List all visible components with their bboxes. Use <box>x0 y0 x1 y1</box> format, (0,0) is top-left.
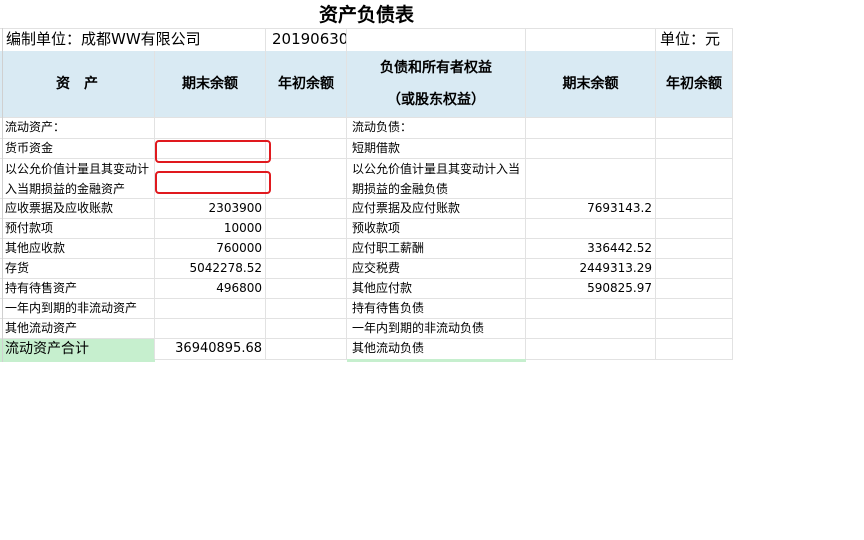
liability-end-value[interactable] <box>526 299 656 318</box>
table-row: 其他应收款 760000 应付职工薪酬 336442.52 <box>0 239 733 259</box>
liability-begin-value[interactable] <box>656 279 733 298</box>
asset-label[interactable]: 流动资产： <box>0 118 155 138</box>
asset-label[interactable]: 存货 <box>0 259 155 278</box>
table-row: 存货 5042278.52 应交税费 2449313.29 <box>0 259 733 279</box>
liability-end-value[interactable] <box>526 219 656 238</box>
sheet-title: 资产负债表 <box>318 4 414 26</box>
liability-end-value[interactable] <box>526 139 656 158</box>
asset-end-value[interactable]: 2303900 <box>155 199 266 218</box>
header-assets[interactable]: 资 产 <box>0 51 155 117</box>
asset-label[interactable]: 一年内到期的非流动资产 <box>0 299 155 318</box>
header-begin-balance-2[interactable]: 年初余额 <box>656 51 733 117</box>
liability-label[interactable]: 持有待售负债 <box>347 299 526 318</box>
asset-begin-value[interactable] <box>266 279 347 298</box>
current-assets-total-value[interactable]: 36940895.68 <box>155 339 266 359</box>
asset-begin-value[interactable] <box>266 118 347 138</box>
asset-begin-value[interactable] <box>266 139 347 158</box>
asset-end-value[interactable]: 496800 <box>155 279 266 298</box>
empty-cell[interactable] <box>347 29 526 51</box>
liability-label[interactable]: 应付票据及应付账款 <box>347 199 526 218</box>
table-row: 以公允价值计量且其变动计入当期损益的金融资产 以公允价值计量且其变动计入当期损益… <box>0 159 733 199</box>
liability-begin-value[interactable] <box>656 339 733 359</box>
current-assets-total-label[interactable]: 流动资产合计 <box>0 339 155 359</box>
liability-label[interactable]: 应交税费 <box>347 259 526 278</box>
liability-label[interactable]: 短期借款 <box>347 139 526 158</box>
liability-begin-value[interactable] <box>656 299 733 318</box>
header-begin-balance[interactable]: 年初余额 <box>266 51 347 117</box>
asset-begin-value[interactable] <box>266 199 347 218</box>
liability-end-value[interactable]: 590825.97 <box>526 279 656 298</box>
asset-begin-value[interactable] <box>266 259 347 278</box>
table-row: 流动资产合计 36940895.68 其他流动负债 <box>0 339 733 360</box>
table-row: 流动资产： 流动负债： <box>0 118 733 139</box>
table-row: 持有待售资产 496800 其他应付款 590825.97 <box>0 279 733 299</box>
sheet-left-gridline <box>2 28 3 362</box>
asset-label[interactable]: 以公允价值计量且其变动计入当期损益的金融资产 <box>0 159 155 198</box>
header-end-balance[interactable]: 期末余额 <box>155 51 266 117</box>
liability-end-value[interactable]: 2449313.29 <box>526 259 656 278</box>
asset-end-value[interactable]: 5042278.52 <box>155 259 266 278</box>
asset-begin-value[interactable] <box>266 299 347 318</box>
company-cell[interactable]: 编制单位：成都WW有限公司 <box>0 29 266 51</box>
liability-begin-value[interactable] <box>656 239 733 258</box>
liability-begin-value[interactable] <box>656 159 733 198</box>
liability-label[interactable]: 预收款项 <box>347 219 526 238</box>
liability-label[interactable]: 以公允价值计量且其变动计入当期损益的金融负债 <box>347 159 526 198</box>
asset-begin-value[interactable] <box>266 219 347 238</box>
liability-end-value[interactable]: 7693143.2 <box>526 199 656 218</box>
date-cell[interactable]: 20190630 <box>266 29 347 51</box>
currency-cell[interactable]: 单位：元 <box>656 29 733 51</box>
asset-label[interactable]: 持有待售资产 <box>0 279 155 298</box>
asset-begin-value[interactable] <box>266 339 347 359</box>
meta-row: 编制单位：成都WW有限公司 20190630 单位：元 <box>0 28 733 52</box>
asset-begin-value[interactable] <box>266 159 347 198</box>
liability-end-value[interactable] <box>526 319 656 338</box>
asset-end-value[interactable] <box>155 299 266 318</box>
table-row: 货币资金 短期借款 <box>0 139 733 159</box>
liability-begin-value[interactable] <box>656 259 733 278</box>
asset-label[interactable]: 其他流动资产 <box>0 319 155 338</box>
asset-label[interactable]: 应收票据及应收账款 <box>0 199 155 218</box>
table-row: 预付款项 10000 预收款项 <box>0 219 733 239</box>
asset-label[interactable]: 货币资金 <box>0 139 155 158</box>
header-liabilities-line1: 负债和所有者权益 <box>380 60 492 76</box>
header-end-balance-2[interactable]: 期末余额 <box>526 51 656 117</box>
liability-label[interactable]: 流动负债： <box>347 118 526 138</box>
liability-label[interactable]: 其他流动负债 <box>347 339 526 359</box>
asset-end-value[interactable] <box>155 319 266 338</box>
liability-end-value[interactable] <box>526 159 656 198</box>
header-liabilities[interactable]: 负债和所有者权益 （或股东权益） <box>347 51 526 117</box>
liability-label[interactable]: 应付职工薪酬 <box>347 239 526 258</box>
highlight-box-cash <box>155 140 271 163</box>
highlight-box-fvtpl <box>155 171 271 194</box>
liability-end-value[interactable] <box>526 118 656 138</box>
liability-begin-value[interactable] <box>656 139 733 158</box>
asset-end-value[interactable]: 10000 <box>155 219 266 238</box>
asset-end-value[interactable] <box>155 118 266 138</box>
asset-end-value[interactable]: 760000 <box>155 239 266 258</box>
header-liabilities-line2: （或股东权益） <box>387 92 485 108</box>
table-row: 其他流动资产 一年内到期的非流动负债 <box>0 319 733 339</box>
liability-begin-value[interactable] <box>656 118 733 138</box>
liability-label[interactable]: 其他应付款 <box>347 279 526 298</box>
liability-begin-value[interactable] <box>656 199 733 218</box>
liability-begin-value[interactable] <box>656 319 733 338</box>
table-row: 应收票据及应收账款 2303900 应付票据及应付账款 7693143.2 <box>0 199 733 219</box>
empty-cell[interactable] <box>526 29 656 51</box>
liability-label[interactable]: 一年内到期的非流动负债 <box>347 319 526 338</box>
header-row: 资 产 期末余额 年初余额 负债和所有者权益 （或股东权益） 期末余额 年初余额 <box>0 51 733 118</box>
liability-end-value[interactable] <box>526 339 656 359</box>
partial-row-edge <box>0 359 155 362</box>
asset-begin-value[interactable] <box>266 319 347 338</box>
asset-begin-value[interactable] <box>266 239 347 258</box>
partial-row-edge <box>347 359 526 362</box>
spreadsheet: 资产负债表 编制单位：成都WW有限公司 20190630 单位：元 资 产 期末… <box>0 0 733 362</box>
table-row: 一年内到期的非流动资产 持有待售负债 <box>0 299 733 319</box>
liability-begin-value[interactable] <box>656 219 733 238</box>
liability-end-value[interactable]: 336442.52 <box>526 239 656 258</box>
asset-label[interactable]: 其他应收款 <box>0 239 155 258</box>
asset-label[interactable]: 预付款项 <box>0 219 155 238</box>
